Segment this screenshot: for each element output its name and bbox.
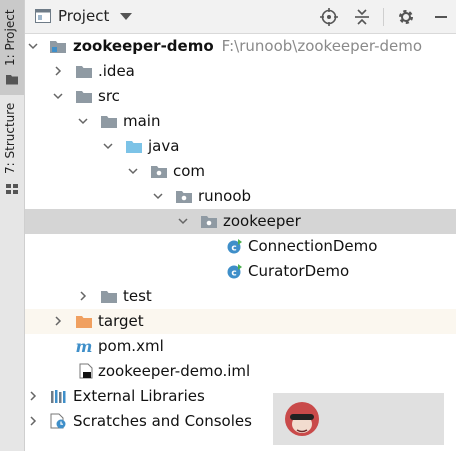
java-class-icon: c	[227, 239, 242, 254]
folder-icon	[76, 91, 92, 103]
tree-node-runoob[interactable]: runoob	[25, 184, 456, 209]
tree-label: zookeeper-demo.iml	[98, 362, 251, 380]
module-folder-icon	[50, 41, 66, 53]
svg-text:m: m	[76, 338, 93, 354]
tree-label: ConnectionDemo	[248, 237, 378, 255]
tree-label: src	[98, 87, 120, 105]
project-tool-tab[interactable]: 1: Project	[0, 0, 24, 95]
tree-node-iml[interactable]: zookeeper-demo.iml	[25, 359, 456, 384]
tree-node-src[interactable]: src	[25, 84, 456, 109]
folder-icon	[101, 116, 117, 128]
chevron-down-icon[interactable]	[127, 165, 139, 177]
tool-window-strip: 1: Project 7: Structure	[0, 0, 25, 451]
tree-node-java[interactable]: java	[25, 134, 456, 159]
java-class-icon: c	[227, 264, 242, 279]
folder-icon	[6, 75, 18, 85]
tree-label: pom.xml	[98, 337, 164, 355]
structure-icon	[6, 184, 18, 194]
tree-node-pom[interactable]: m pom.xml	[25, 334, 456, 359]
chevron-right-icon[interactable]	[52, 65, 64, 77]
tree-label: test	[123, 287, 152, 305]
chevron-down-icon[interactable]	[102, 140, 114, 152]
tree-label: com	[173, 162, 206, 180]
tree-label: CuratorDemo	[248, 262, 350, 280]
chevron-down-icon[interactable]	[27, 40, 39, 52]
chevron-down-icon[interactable]	[177, 215, 189, 227]
collapse-all-icon[interactable]	[352, 7, 372, 27]
package-icon	[151, 166, 167, 178]
chevron-right-icon[interactable]	[27, 390, 39, 402]
excluded-folder-icon	[76, 316, 92, 328]
module-file-icon	[79, 363, 93, 379]
gear-icon[interactable]	[396, 7, 416, 27]
project-panel: Project zookeeper-demo F:\runoob\zookeepe…	[25, 0, 456, 451]
tree-label: External Libraries	[73, 387, 205, 405]
package-icon	[201, 216, 217, 228]
chevron-down-icon[interactable]	[152, 190, 164, 202]
package-icon	[176, 191, 192, 203]
folder-icon	[101, 291, 117, 303]
tree-node-connection-demo[interactable]: c ConnectionDemo	[25, 234, 456, 259]
panel-header: Project	[25, 0, 456, 34]
project-tab-label: 1: Project	[3, 9, 17, 66]
svg-text:c: c	[231, 244, 236, 254]
tree-node-target[interactable]: target	[25, 309, 456, 334]
header-divider	[383, 8, 384, 26]
svg-text:c: c	[231, 269, 236, 279]
library-icon	[51, 390, 66, 403]
source-folder-icon	[126, 141, 142, 153]
chevron-right-icon[interactable]	[77, 290, 89, 302]
avatar	[285, 402, 319, 436]
locate-target-icon[interactable]	[319, 7, 339, 27]
chevron-right-icon[interactable]	[52, 315, 64, 327]
tree-label: zookeeper	[223, 212, 301, 230]
avatar-overlay	[273, 393, 444, 445]
structure-tool-tab[interactable]: 7: Structure	[0, 103, 24, 205]
root-name: zookeeper-demo	[73, 37, 214, 55]
tree-label: target	[98, 312, 144, 330]
chevron-right-icon[interactable]	[27, 415, 39, 427]
chevron-down-icon[interactable]	[52, 90, 64, 102]
maven-icon: m	[76, 338, 93, 354]
tree-label: runoob	[198, 187, 252, 205]
view-selector-title[interactable]: Project	[58, 7, 109, 25]
root-path: F:\runoob\zookeeper-demo	[221, 37, 423, 55]
folder-icon	[76, 66, 92, 78]
chevron-down-icon[interactable]	[77, 115, 89, 127]
tree-label: java	[148, 137, 180, 155]
tree-label: main	[123, 112, 161, 130]
tree-node-idea[interactable]: .idea	[25, 59, 456, 84]
tree-node-test[interactable]: test	[25, 284, 456, 309]
project-view-icon	[35, 9, 51, 23]
structure-tab-label: 7: Structure	[3, 102, 17, 174]
tree-node-root[interactable]: zookeeper-demo F:\runoob\zookeeper-demo	[25, 34, 456, 59]
scratches-icon	[50, 413, 66, 429]
minimize-icon[interactable]	[431, 7, 451, 27]
tree-node-curator-demo[interactable]: c CuratorDemo	[25, 259, 456, 284]
tree-label: .idea	[98, 62, 135, 80]
tree-node-main[interactable]: main	[25, 109, 456, 134]
tree-label: Scratches and Consoles	[73, 412, 252, 430]
tree-node-com[interactable]: com	[25, 159, 456, 184]
tree-node-zookeeper[interactable]: zookeeper	[25, 209, 456, 234]
chevron-down-icon[interactable]	[120, 13, 132, 20]
